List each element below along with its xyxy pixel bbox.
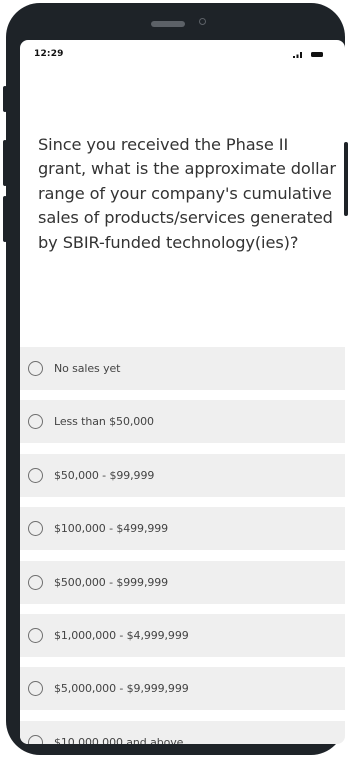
option-label: No sales yet — [54, 362, 121, 375]
mute-switch — [3, 86, 7, 112]
earpiece-speaker — [151, 21, 185, 27]
survey-question: Since you received the Phase II grant, w… — [38, 135, 336, 252]
option-10000000-and-above[interactable]: $10,000,000 and above — [20, 720, 345, 744]
option-label: $50,000 - $99,999 — [54, 468, 155, 482]
option-1000000-4999999[interactable]: $1,000,000 - $4,999,999 — [20, 613, 345, 657]
answer-options-list: No sales yet Less than $50,000 $50,000 -… — [20, 347, 345, 744]
radio-button-icon[interactable] — [28, 734, 43, 744]
front-camera — [199, 18, 206, 25]
radio-button-icon[interactable] — [28, 681, 43, 697]
radio-button-icon[interactable] — [28, 521, 43, 537]
status-bar: 12:29 — [20, 40, 345, 70]
radio-button-icon[interactable] — [28, 627, 43, 643]
option-no-sales-yet[interactable]: No sales yet — [20, 347, 345, 390]
phone-frame: 12:29 Since you received the Phase II gr… — [6, 3, 345, 755]
volume-up-button — [3, 140, 7, 186]
option-500000-999999[interactable]: $500,000 - $999,999 — [20, 560, 345, 604]
volume-down-button — [3, 196, 7, 242]
option-label: $1,000,000 - $4,999,999 — [54, 628, 189, 642]
radio-button-icon[interactable] — [28, 414, 43, 430]
option-100000-499999[interactable]: $100,000 - $499,999 — [20, 507, 345, 551]
option-label: $500,000 - $999,999 — [54, 575, 169, 589]
power-button — [344, 142, 348, 216]
radio-button-icon[interactable] — [28, 467, 43, 483]
option-label: $10,000,000 and above — [54, 735, 184, 744]
option-label: Less than $50,000 — [54, 415, 154, 429]
signal-bars-icon — [293, 52, 302, 58]
phone-screen: 12:29 Since you received the Phase II gr… — [20, 40, 345, 744]
radio-button-icon[interactable] — [28, 361, 43, 376]
radio-button-icon[interactable] — [28, 574, 43, 590]
option-label: $100,000 - $499,999 — [54, 522, 169, 536]
battery-icon — [311, 52, 323, 57]
option-50000-99999[interactable]: $50,000 - $99,999 — [20, 453, 345, 497]
status-time: 12:29 — [34, 49, 64, 59]
option-5000000-9999999[interactable]: $5,000,000 - $9,999,999 — [20, 667, 345, 711]
option-label: $5,000,000 - $9,999,999 — [54, 682, 189, 696]
option-less-than-50000[interactable]: Less than $50,000 — [20, 400, 345, 444]
